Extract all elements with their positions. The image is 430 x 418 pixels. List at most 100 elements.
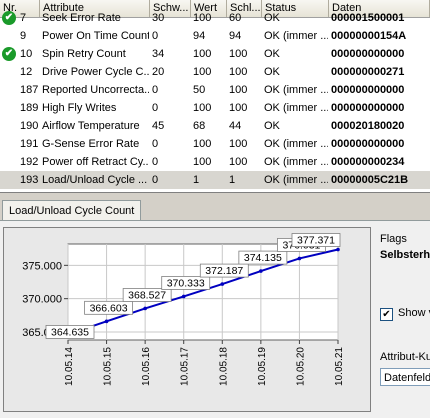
x-tick-label: 10.05.15 [103,347,114,386]
flags-value: Selbsterh [380,249,430,261]
threshold-cell: 0 [152,102,159,114]
y-tick-label: 375.000 [22,260,62,272]
data-point [336,247,340,252]
data-cell: 000000000000 [331,138,405,150]
value-cell: 50 [193,84,206,96]
data-cell: 000001500001 [331,12,405,24]
value-cell: 100 [193,66,212,78]
nr-cell: 12 [20,66,33,78]
worst-cell: 1 [229,174,236,186]
worst-cell: 94 [229,30,242,42]
nr-cell: 192 [20,156,39,168]
chart-area: 365.000 370.000 375.000 10.05.14 10.05.15 10.… [3,227,371,412]
data-cell: 00000005C21B [331,174,409,186]
value-cell: 100 [193,102,212,114]
threshold-cell: 0 [152,174,159,186]
threshold-cell: 20 [152,66,165,78]
table-row[interactable]: 12 Drive Power Cycle C... 20 100 100 OK 000000… [0,63,430,81]
data-label: 377.371 [297,235,335,247]
data-point [297,256,302,261]
data-cell: 00000000154A [331,30,407,42]
tab-load-unload-cycle-count[interactable]: Load/Unload Cycle Count [2,200,142,221]
table-row[interactable]: ✔ 10 Spin Retry Count 34 100 100 OK 00000000000… [0,45,430,63]
table-row[interactable]: 190 Airflow Temperature 45 68 44 OK 0000201800… [0,117,430,135]
show-label: Show v [398,307,430,319]
data-point [259,269,263,273]
data-point [143,306,147,311]
status-cell: OK (immer ... [264,174,328,186]
attribute-label: Attribut-Ku [380,351,430,363]
x-tick-label: 10.05.21 [334,347,345,386]
attribute-cell: Seek Error Rate [42,12,121,24]
worst-cell: 100 [229,156,248,168]
data-point [104,319,109,324]
history-chart: 365.000370.000375.00010.05.14 10.05.15 10.… [22,233,345,386]
status-cell: OK [264,66,280,78]
nr-cell: 189 [20,102,39,114]
attribute-cell: Spin Retry Count [42,48,126,60]
table-row[interactable]: 192 Power off Retract Cy... 0 100 100 OK (imm… [0,153,430,171]
nr-cell: 10 [20,48,33,60]
x-tick-label: 10.05.14 [64,347,75,386]
threshold-cell: 0 [152,156,159,168]
data-label: 368.527 [128,289,166,301]
threshold-cell: 45 [152,120,165,132]
worst-cell: 100 [229,102,248,114]
data-cell: 000000000000 [331,48,405,60]
nr-cell: 9 [20,30,27,42]
attribute-cell: Airflow Temperature [42,120,140,132]
table-row[interactable]: ✔ 7 Seek Error Rate 30 100 60 OK 000001500001 [0,9,430,27]
x-tick-label: 10.05.17 [180,347,191,386]
data-label: 364.635 [51,326,89,338]
table-row[interactable]: 187 Reported Uncorrecta... 0 50 100 OK (immer… [0,81,430,99]
x-tick-label: 10.05.20 [295,347,306,386]
attribute-cell: G-Sense Error Rate [42,138,140,150]
attribute-cell: Reported Uncorrecta... [42,84,149,96]
value-cell: 68 [193,120,206,132]
threshold-cell: 30 [152,12,165,24]
table-row[interactable]: 191 G-Sense Error Rate 0 100 100 OK (immer ..… [0,135,430,153]
worst-cell: 100 [229,138,248,150]
data-cell: 000000000234 [331,156,405,168]
data-label: 374.135 [244,252,282,264]
value-cell: 100 [193,48,212,60]
data-cell: 000000000000 [331,102,405,114]
ok-check-icon: ✔ [2,47,16,61]
data-point [181,294,186,299]
worst-cell: 44 [229,120,242,132]
worst-cell: 60 [229,12,242,24]
status-cell: OK [264,12,280,24]
flags-label: Flags [380,233,407,245]
data-label: 366.603 [90,302,128,314]
nr-cell: 187 [20,84,39,96]
smart-attribute-table[interactable]: Nr. Attribute Schw... Wert Schl... Status Date… [0,0,430,192]
nr-cell: 7 [20,12,27,24]
attribute-cell: Load/Unload Cycle ... [42,174,148,186]
show-checkbox[interactable]: ✔ [380,308,393,321]
data-cell: 000000000271 [331,66,405,78]
right-panel: Flags Selbsterh ✔ Show v Attribut-Ku Dat… [376,227,430,410]
y-tick-label: 370.000 [22,294,62,306]
value-cell: 100 [193,156,212,168]
status-cell: OK (immer ... [264,84,328,96]
table-row[interactable]: 9 Power On Time Count 0 94 94 OK (immer ... 00… [0,27,430,45]
x-tick-label: 10.05.19 [257,347,268,386]
value-cell: 100 [193,12,212,24]
ok-check-icon: ✔ [2,11,16,25]
nr-cell: 193 [20,174,39,186]
status-cell: OK [264,48,280,60]
value-cell: 1 [193,174,200,186]
worst-cell: 100 [229,66,248,78]
worst-cell: 100 [229,48,248,60]
value-cell: 94 [193,30,206,42]
status-cell: OK (immer ... [264,30,328,42]
nr-cell: 191 [20,138,39,150]
table-row[interactable]: 189 High Fly Writes 0 100 100 OK (immer ... 00… [0,99,430,117]
attribute-field-select[interactable]: Datenfeld [380,368,430,386]
attribute-cell: Power off Retract Cy... [42,156,149,168]
threshold-cell: 0 [152,84,159,96]
table-row[interactable]: 193 Load/Unload Cycle ... 0 1 1 OK (immer ...… [0,171,430,189]
data-label: 370.333 [167,277,205,289]
data-cell: 000000000000 [331,84,405,96]
status-cell: OK [264,120,280,132]
